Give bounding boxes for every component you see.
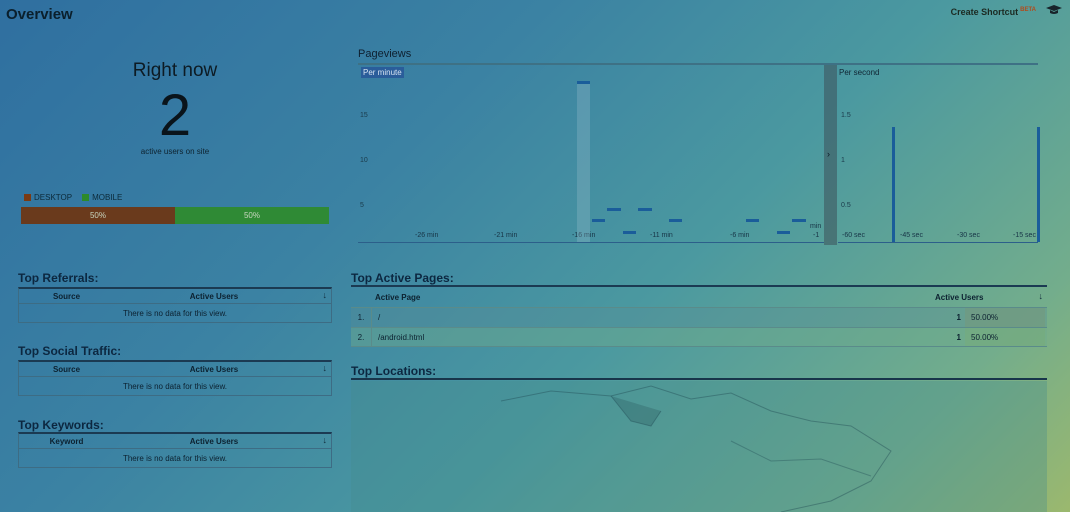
active-page-column-header[interactable]: Active Page	[375, 293, 935, 302]
minute-ytick: 10	[360, 157, 368, 164]
minute-xtick: -11 min	[650, 232, 673, 239]
user-percent: 50.00%	[965, 328, 1045, 346]
active-users-column-header[interactable]: Active Users	[114, 365, 314, 374]
top-social-title: Top Social Traffic:	[18, 344, 122, 358]
second-xtick: -15 sec	[1013, 232, 1036, 239]
minute-axis	[358, 242, 824, 243]
minute-bar	[638, 207, 652, 211]
active-users-column-header[interactable]: Active Users	[114, 437, 314, 446]
empty-row: There is no data for this view.	[122, 381, 228, 391]
top-keywords-title: Top Keywords:	[18, 418, 104, 432]
device-legend: DESKTOP MOBILE	[24, 193, 122, 202]
top-keywords-table: Keyword Active Users ↓ There is no data …	[18, 432, 332, 468]
empty-row: There is no data for this view.	[122, 453, 228, 463]
beta-badge: BETA	[1020, 7, 1036, 13]
top-social-table: Source Active Users ↓ There is no data f…	[18, 360, 332, 396]
graduation-cap-icon[interactable]	[1046, 4, 1062, 16]
device-split-bar: 50% 50%	[21, 207, 329, 224]
mobile-segment: 50%	[175, 207, 329, 224]
second-bar	[1036, 127, 1040, 242]
minute-bar	[607, 207, 621, 211]
page-title: Overview	[6, 6, 73, 23]
top-pages-table: Active Page Active Users ↓ 1. / 1 50.00%…	[351, 285, 1047, 347]
row-index: 1.	[357, 313, 365, 322]
active-users-column-header[interactable]: Active Users	[114, 292, 314, 301]
sort-down-icon[interactable]: ↓	[323, 435, 328, 445]
second-axis	[838, 242, 1038, 243]
second-bar	[891, 127, 895, 242]
pageviews-rule	[358, 63, 1038, 65]
row-index: 2.	[357, 332, 365, 342]
page-path-link[interactable]: /	[371, 308, 945, 327]
second-xtick: -45 sec	[900, 232, 923, 239]
create-shortcut-label: Create Shortcut	[950, 7, 1019, 17]
active-users-column-header[interactable]: Active Users	[935, 293, 1015, 302]
minute-xtick: -6 min	[730, 232, 750, 239]
keyword-column-header[interactable]: Keyword	[19, 437, 114, 446]
pageviews-title: Pageviews	[358, 48, 412, 60]
second-xtick: -60 sec	[842, 232, 865, 239]
minute-ytick: 5	[360, 202, 364, 209]
second-xtick: -30 sec	[957, 232, 980, 239]
page-path-link[interactable]: /android.html	[371, 328, 945, 346]
top-locations-rule	[351, 378, 1047, 380]
minute-ytick: 15	[360, 112, 368, 119]
source-column-header[interactable]: Source	[19, 292, 114, 301]
top-referrals-table: Source Active Users ↓ There is no data f…	[18, 287, 332, 323]
right-now-panel: Right now 2 active users on site	[20, 60, 330, 156]
legend-desktop: DESKTOP	[24, 193, 72, 202]
right-now-title: Right now	[132, 60, 218, 81]
minute-bar-column	[576, 84, 590, 242]
second-ytick: 1.5	[841, 112, 851, 119]
per-second-label: Per second	[839, 68, 880, 77]
table-row[interactable]: 2. /android.html 1 50.00%	[351, 327, 1047, 347]
user-percent: 50.00%	[965, 308, 1045, 327]
active-users-count: 2	[158, 83, 192, 148]
expand-arrow-icon[interactable]: ›	[827, 149, 830, 159]
minute-bar	[592, 219, 606, 223]
minute-xtick: -1	[813, 232, 820, 239]
table-row[interactable]: 1. / 1 50.00%	[351, 307, 1047, 327]
active-users-caption: active users on site	[140, 147, 210, 156]
create-shortcut-link[interactable]: Create Shortcut BETA	[951, 7, 1036, 17]
minute-xtick: min	[810, 223, 822, 230]
user-count: 1	[956, 332, 961, 342]
desktop-segment: 50%	[21, 207, 175, 224]
top-pages-title: Top Active Pages:	[351, 271, 454, 285]
minute-xtick: -26 min	[415, 232, 439, 239]
minute-bar	[776, 230, 791, 234]
minute-bar	[669, 219, 683, 223]
locations-map[interactable]	[351, 381, 1047, 512]
top-locations-title: Top Locations:	[351, 364, 437, 378]
source-column-header[interactable]: Source	[19, 365, 114, 374]
user-count: 1	[956, 313, 961, 322]
sort-down-icon[interactable]: ↓	[1039, 291, 1044, 301]
minute-bar	[746, 219, 760, 223]
sort-down-icon[interactable]: ↓	[323, 363, 328, 373]
second-ytick: 0.5	[841, 202, 851, 209]
top-referrals-title: Top Referrals:	[18, 271, 99, 285]
empty-row: There is no data for this view.	[122, 308, 228, 318]
minute-bar	[792, 219, 806, 223]
legend-mobile: MOBILE	[82, 193, 122, 202]
chart-divider[interactable]: ›	[824, 65, 837, 245]
minute-bar	[622, 230, 637, 234]
minute-xtick: -21 min	[494, 232, 518, 239]
sort-down-icon[interactable]: ↓	[323, 290, 328, 300]
second-ytick: 1	[841, 157, 845, 164]
map-outline	[500, 385, 892, 512]
per-minute-label: Per minute	[361, 67, 404, 78]
